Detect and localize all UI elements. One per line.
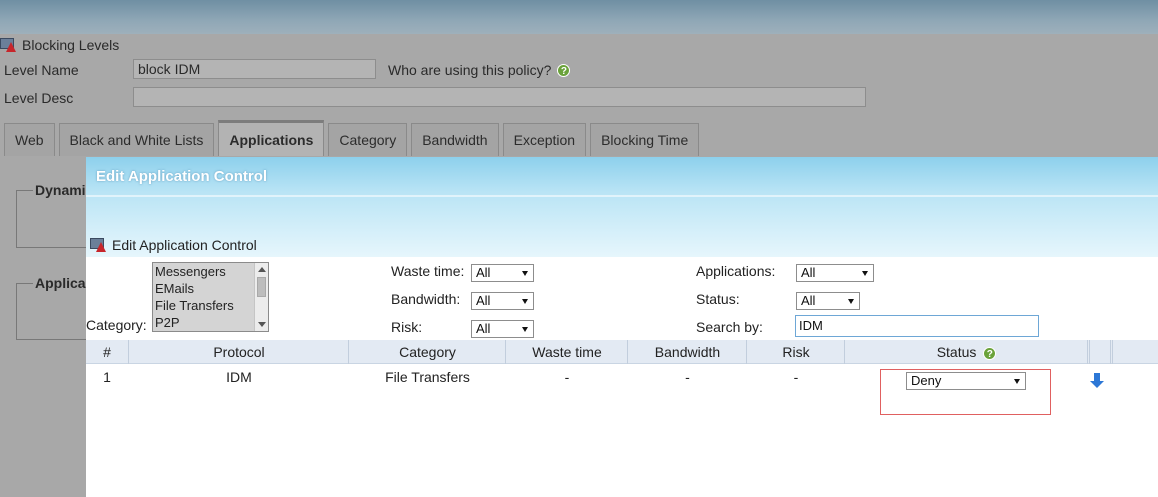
tab-web[interactable]: Web xyxy=(4,123,55,156)
table-header: # Protocol Category Waste time Bandwidth… xyxy=(86,340,1158,364)
dialog-subtitle: Edit Application Control xyxy=(112,237,257,253)
category-listbox[interactable]: Messengers EMails File Transfers P2P xyxy=(152,262,269,332)
dropdown-arrow-icon xyxy=(522,327,528,332)
scroll-up-icon[interactable] xyxy=(258,267,266,272)
scroll-thumb[interactable] xyxy=(257,277,266,297)
search-input[interactable]: IDM xyxy=(795,315,1039,337)
dropdown-arrow-icon xyxy=(522,271,528,276)
applications-legend: Applica xyxy=(33,275,88,291)
risk-select[interactable]: All xyxy=(471,320,534,338)
tab-blocking-time[interactable]: Blocking Time xyxy=(590,123,700,156)
risk-label: Risk: xyxy=(391,319,423,335)
list-item[interactable]: Messengers xyxy=(153,263,268,280)
blocking-levels-title: Blocking Levels xyxy=(22,37,120,53)
dynamic-fieldset xyxy=(16,190,96,248)
bandwidth-value: All xyxy=(476,293,491,308)
col-bandwidth-header[interactable]: Bandwidth xyxy=(629,340,746,364)
download-arrow-icon[interactable] xyxy=(1090,373,1104,389)
col-waste-time-header[interactable]: Waste time xyxy=(507,340,627,364)
who-using-label: Who are using this policy? xyxy=(388,62,552,78)
level-desc-input[interactable] xyxy=(133,87,866,107)
status-highlight-box xyxy=(880,369,1051,415)
level-desc-label: Level Desc xyxy=(4,90,74,106)
row-num: 1 xyxy=(103,369,111,385)
col-category-header[interactable]: Category xyxy=(350,340,505,364)
bandwidth-label: Bandwidth: xyxy=(391,291,461,307)
col-status-label: Status xyxy=(936,344,977,360)
top-banner xyxy=(0,0,1158,34)
search-by-label: Search by: xyxy=(696,319,763,335)
col-protocol-header[interactable]: Protocol xyxy=(130,340,348,364)
status-filter-select[interactable]: All xyxy=(796,292,860,310)
window-warning-icon xyxy=(90,238,106,252)
list-item[interactable]: File Transfers xyxy=(153,297,268,314)
col-num-header: # xyxy=(103,344,111,360)
who-using-policy[interactable]: Who are using this policy? ? xyxy=(388,60,571,80)
help-icon[interactable]: ? xyxy=(557,63,571,77)
level-name-input[interactable]: block IDM xyxy=(133,59,376,79)
applications-fieldset xyxy=(16,283,96,340)
tab-black-and-white-lists[interactable]: Black and White Lists xyxy=(58,123,215,156)
help-icon[interactable]: ? xyxy=(983,347,997,360)
row-waste-time: - xyxy=(564,369,570,385)
status-filter-value: All xyxy=(801,293,816,308)
risk-value: All xyxy=(476,321,491,336)
bandwidth-select[interactable]: All xyxy=(471,292,534,310)
dropdown-arrow-icon xyxy=(848,299,854,304)
tab-bandwidth[interactable]: Bandwidth xyxy=(411,123,499,156)
tab-exception[interactable]: Exception xyxy=(502,123,587,156)
waste-time-label: Waste time: xyxy=(391,263,465,279)
row-protocol: IDM xyxy=(226,369,252,385)
applications-select[interactable]: All xyxy=(796,264,874,282)
window-warning-icon xyxy=(0,38,16,52)
dialog-subheader: Edit Application Control xyxy=(90,237,257,253)
row-risk: - xyxy=(793,369,799,385)
dialog-title: Edit Application Control xyxy=(96,168,268,185)
category-label: Category: xyxy=(86,317,147,333)
waste-time-value: All xyxy=(476,265,491,280)
tab-applications[interactable]: Applications xyxy=(218,120,325,156)
dropdown-arrow-icon xyxy=(862,271,868,276)
list-item[interactable]: EMails xyxy=(153,280,268,297)
col-status-header[interactable]: Status ? xyxy=(846,340,1087,364)
blocking-levels-header: Blocking Levels xyxy=(0,36,119,54)
edit-application-control-dialog: Edit Application Control Edit Applicatio… xyxy=(86,157,1158,497)
applications-value: All xyxy=(801,265,816,280)
listbox-scrollbar[interactable] xyxy=(254,263,268,331)
row-bandwidth: - xyxy=(685,369,690,385)
row-category: File Transfers xyxy=(385,369,470,385)
dropdown-arrow-icon xyxy=(522,299,528,304)
policy-tabs: Web Black and White Lists Applications C… xyxy=(4,120,703,156)
level-name-label: Level Name xyxy=(4,62,79,78)
dynamic-legend: Dynami xyxy=(33,182,88,198)
list-item[interactable]: P2P xyxy=(153,314,268,331)
waste-time-select[interactable]: All xyxy=(471,264,534,282)
status-filter-label: Status: xyxy=(696,291,740,307)
scroll-down-icon[interactable] xyxy=(258,322,266,327)
col-risk-header[interactable]: Risk xyxy=(748,340,844,364)
tab-category[interactable]: Category xyxy=(328,123,408,156)
filter-panel: Category: Messengers EMails File Transfe… xyxy=(86,261,1158,339)
applications-label: Applications: xyxy=(696,263,776,279)
